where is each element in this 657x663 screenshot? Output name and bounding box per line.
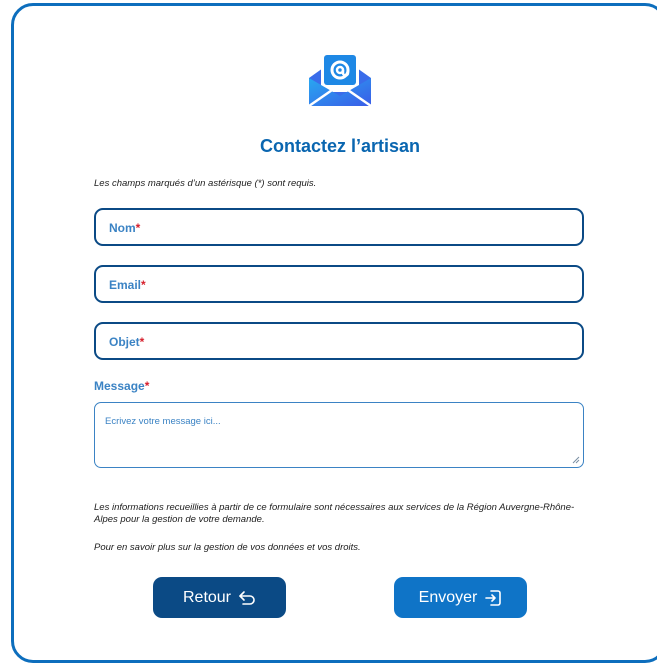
required-asterisk: * <box>144 379 150 393</box>
message-placeholder: Ecrivez votre message ici... <box>105 416 221 427</box>
back-button-label: Retour <box>182 588 232 606</box>
undo-arrow-icon <box>239 590 255 605</box>
subject-field[interactable]: Objet* <box>94 322 584 360</box>
form-title: Contactez l’artisan <box>259 136 421 156</box>
required-asterisk: * <box>135 221 141 235</box>
data-usage-info: Les informations recueillies à partir de… <box>94 502 575 525</box>
message-label: Message* <box>94 379 150 393</box>
name-field-label: Nom* <box>109 221 141 235</box>
send-button[interactable]: Envoyer <box>394 577 527 618</box>
name-field[interactable]: Nom* <box>94 208 584 246</box>
required-asterisk: * <box>141 278 146 292</box>
message-textarea[interactable]: Ecrivez votre message ici... <box>94 402 584 468</box>
back-button[interactable]: Retour <box>153 577 286 618</box>
required-asterisk: * <box>139 335 145 349</box>
privacy-info: Pour en savoir plus sur la gestion de vo… <box>94 542 361 553</box>
subject-field-label: Objet* <box>109 335 145 349</box>
send-button-label: Envoyer <box>418 588 478 606</box>
mail-envelope-at-icon <box>308 55 372 108</box>
required-fields-note: Les champs marqués d’un astérisque (*) s… <box>94 178 317 189</box>
email-field[interactable]: Email* <box>94 265 584 303</box>
email-field-label: Email* <box>109 278 146 292</box>
login-arrow-icon <box>485 589 502 606</box>
resize-handle-icon[interactable] <box>572 456 580 464</box>
